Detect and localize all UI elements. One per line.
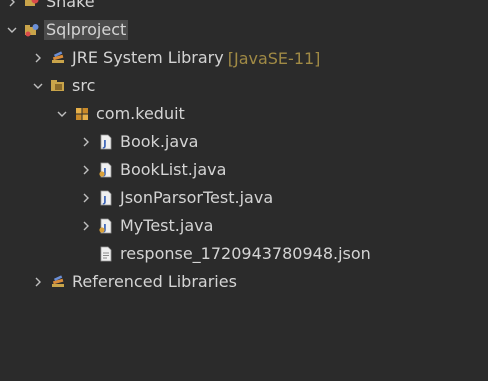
tree-item-label: com.keduit <box>96 104 185 123</box>
tree-item-mytest-java[interactable]: J MyTest.java <box>0 212 488 240</box>
chevron-right-icon[interactable] <box>78 162 94 178</box>
tree-item-label: JRE System Library <box>72 48 224 67</box>
tree-item-src[interactable]: src <box>0 72 488 100</box>
tree-item-label: BookList.java <box>120 160 227 179</box>
chevron-right-icon[interactable] <box>30 50 46 66</box>
library-icon <box>50 50 66 66</box>
tree-item-label: src <box>72 76 96 95</box>
tree-item-response-json[interactable]: response_1720943780948.json <box>0 240 488 268</box>
chevron-right-icon[interactable] <box>78 218 94 234</box>
tree-item-label: response_1720943780948.json <box>120 244 371 263</box>
source-folder-icon <box>50 78 66 94</box>
chevron-right-icon[interactable] <box>78 134 94 150</box>
package-explorer-tree: Snake Sqlproject JRE System Library [Jav… <box>0 0 488 296</box>
tree-item-book-java[interactable]: J Book.java <box>0 128 488 156</box>
svg-text:J: J <box>102 196 106 206</box>
project-icon <box>24 0 40 10</box>
jre-version-decoration: [JavaSE-11] <box>227 48 321 68</box>
tree-item-jsonparsortest-java[interactable]: J JsonParsorTest.java <box>0 184 488 212</box>
tree-item-jre-system-library[interactable]: JRE System Library [JavaSE-11] <box>0 44 488 72</box>
tree-item-label: Sqlproject <box>44 20 129 40</box>
tree-item-label: Book.java <box>120 132 199 151</box>
tree-item-com-keduit[interactable]: com.keduit <box>0 100 488 128</box>
chevron-right-icon[interactable] <box>4 0 20 10</box>
json-file-icon <box>98 246 114 262</box>
project-icon <box>24 22 40 38</box>
java-file-icon: J <box>98 134 114 150</box>
java-file-icon: J <box>98 190 114 206</box>
tree-item-label: Snake <box>46 0 95 11</box>
chevron-down-icon[interactable] <box>54 106 70 122</box>
tree-item-sqlproject[interactable]: Sqlproject <box>0 16 488 44</box>
chevron-down-icon[interactable] <box>4 22 20 38</box>
chevron-right-icon[interactable] <box>78 190 94 206</box>
library-icon <box>50 274 66 290</box>
chevron-right-icon[interactable] <box>30 274 46 290</box>
java-file-icon: J <box>98 162 114 178</box>
tree-item-label: MyTest.java <box>120 216 214 235</box>
tree-item-snake[interactable]: Snake <box>0 0 488 16</box>
chevron-down-icon[interactable] <box>30 78 46 94</box>
tree-item-booklist-java[interactable]: J BookList.java <box>0 156 488 184</box>
tree-item-label: JsonParsorTest.java <box>120 188 274 207</box>
tree-item-label: Referenced Libraries <box>72 272 237 291</box>
tree-item-referenced-libraries[interactable]: Referenced Libraries <box>0 268 488 296</box>
java-file-icon: J <box>98 218 114 234</box>
package-icon <box>74 106 90 122</box>
svg-text:J: J <box>102 140 106 150</box>
